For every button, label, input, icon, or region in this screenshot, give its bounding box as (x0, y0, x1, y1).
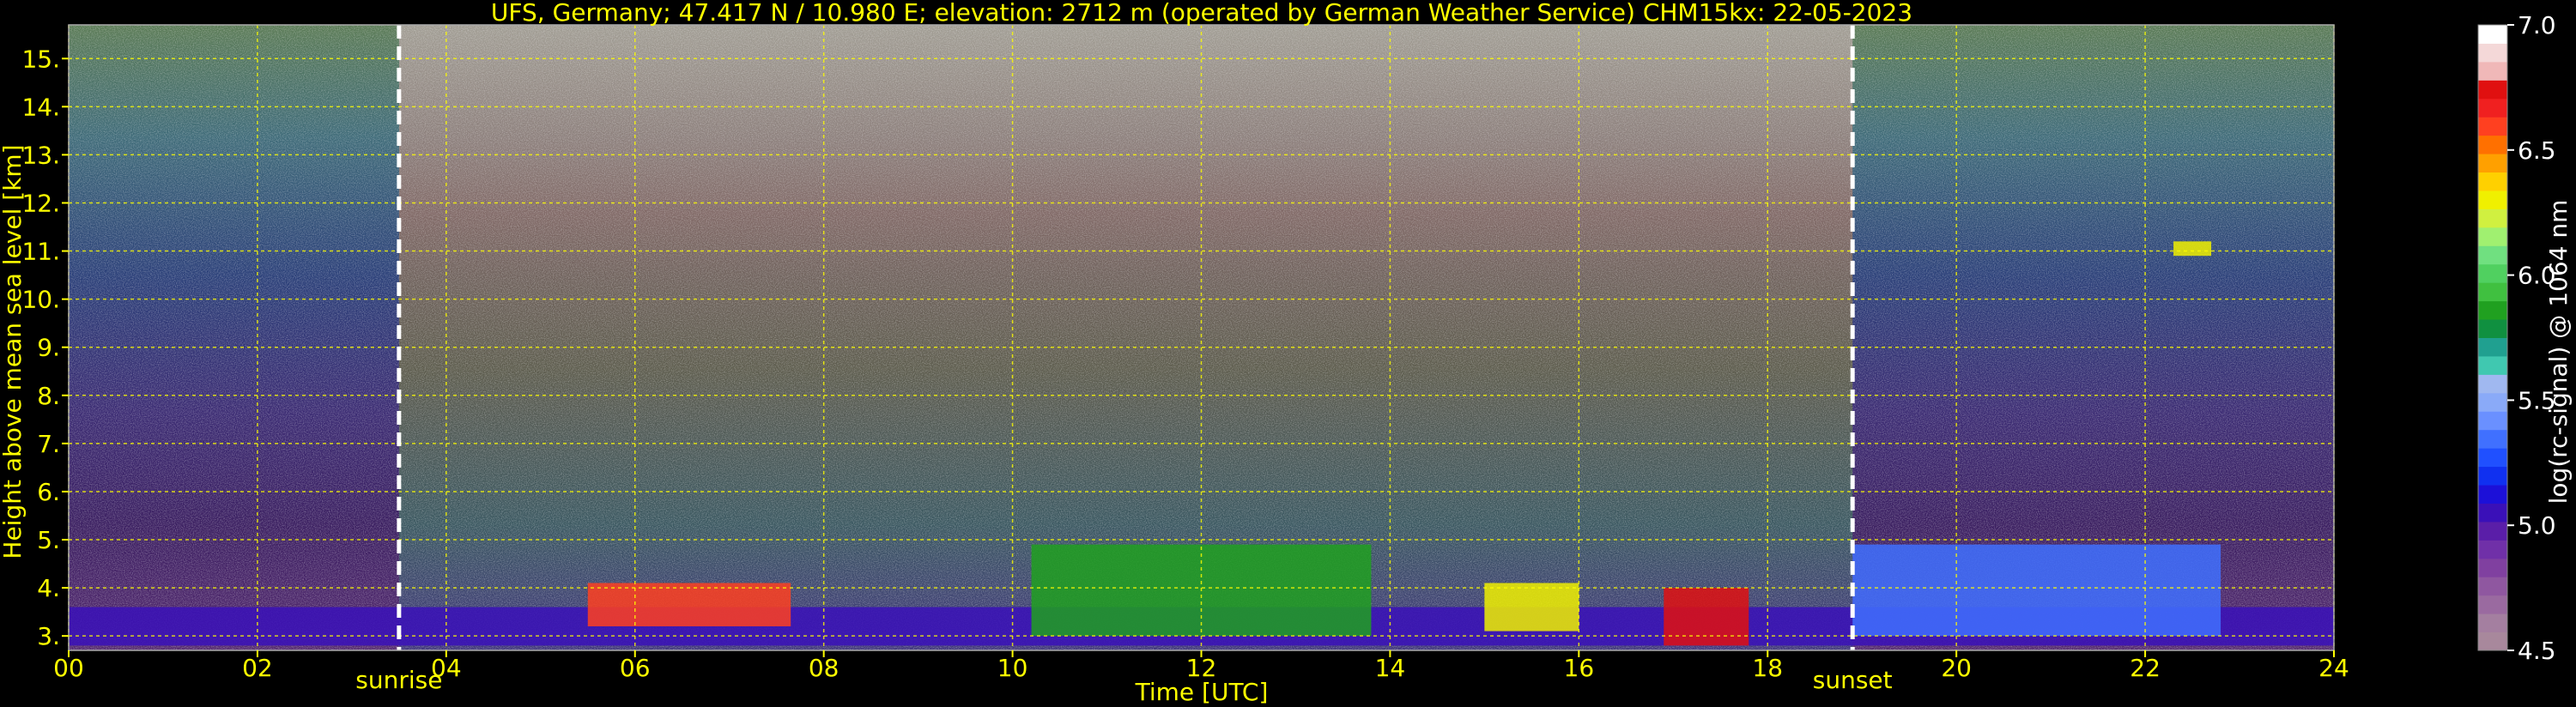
x-tick-label: 16 (1564, 654, 1595, 682)
y-tick-label: 7. (37, 430, 60, 458)
colorbar-segment (2478, 485, 2507, 504)
colorbar-label: log(rc-signal) @ 1064 nm (2544, 200, 2573, 505)
event-label-sunset: sunset (1813, 666, 1893, 694)
x-tick-label: 14 (1375, 654, 1406, 682)
colorbar-segment (2478, 135, 2507, 154)
chart-title: UFS, Germany; 47.417 N / 10.980 E; eleva… (491, 0, 1912, 27)
colorbar-segment (2478, 577, 2507, 596)
y-tick-label: 5. (37, 526, 60, 554)
colorbar-tick-label: 7.0 (2518, 11, 2556, 39)
x-tick-label: 18 (1752, 654, 1783, 682)
heatmap-feature-1 (587, 583, 791, 626)
y-axis-label: Height above mean sea level [km] (0, 144, 27, 559)
y-tick-label: 9. (37, 334, 60, 362)
x-tick-label: 24 (2318, 654, 2349, 682)
ceilometer-chart: sunrise sunset 00 02 04 06 08 10 12 14 16 18 20 22 24… (0, 0, 2573, 706)
y-tick-label: 12. (21, 189, 60, 217)
y-tick-label: 13. (21, 141, 60, 169)
colorbar-segment (2478, 245, 2507, 265)
colorbar-segment (2478, 25, 2507, 44)
colorbar-segment (2478, 117, 2507, 136)
colorbar-segment (2478, 355, 2507, 375)
colorbar-segment (2478, 374, 2507, 394)
colorbar-segment (2478, 411, 2507, 431)
y-tick-label: 15. (21, 45, 60, 73)
x-tick-label: 08 (809, 654, 839, 682)
colorbar-segment (2478, 448, 2507, 468)
event-label-sunrise: sunrise (355, 666, 442, 694)
colorbar-segment (2478, 80, 2507, 100)
y-tick-label: 14. (21, 93, 60, 121)
y-tick-label: 8. (37, 382, 60, 410)
colorbar-tick-label: 5.0 (2518, 511, 2556, 540)
heatmap-feature-4 (1664, 588, 1749, 646)
heatmap-feature-6 (2173, 241, 2212, 257)
y-tick-label: 4. (37, 574, 60, 602)
y-tick-label: 6. (37, 478, 60, 506)
x-tick-label: 10 (997, 654, 1028, 682)
colorbar-segment (2478, 98, 2507, 118)
heatmap-feature-3 (1484, 583, 1579, 631)
x-tick-label: 02 (242, 654, 273, 682)
colorbar-tick-label: 4.5 (2518, 637, 2556, 665)
heatmap-feature-5 (1852, 544, 2221, 637)
colorbar-segment (2478, 540, 2507, 559)
x-tick-label: 06 (620, 654, 651, 682)
colorbar-segment (2478, 466, 2507, 486)
colorbar-segment (2478, 337, 2507, 357)
x-tick-label: 22 (2130, 654, 2161, 682)
y-tick-label: 10. (21, 286, 60, 314)
colorbar-segment (2478, 392, 2507, 412)
colorbar-segment (2478, 631, 2507, 651)
colorbar-segment (2478, 558, 2507, 577)
colorbar-segment (2478, 503, 2507, 523)
colorbar-segment (2478, 613, 2507, 633)
colorbar-segment (2478, 300, 2507, 320)
colorbar-segment (2478, 190, 2507, 209)
colorbar-segment (2478, 61, 2507, 81)
y-tick-label: 11. (21, 238, 60, 266)
colorbar-segment (2478, 43, 2507, 63)
colorbar-segment (2478, 521, 2507, 541)
colorbar-segment (2478, 263, 2507, 283)
x-tick-label: 04 (431, 654, 462, 682)
x-tick-label: 20 (1941, 654, 1972, 682)
x-tick-label: 00 (53, 654, 84, 682)
y-tick-label: 3. (37, 622, 60, 650)
colorbar-segment (2478, 282, 2507, 302)
colorbar-segment (2478, 208, 2507, 228)
colorbar-segment (2478, 172, 2507, 191)
colorbar-segment (2478, 227, 2507, 246)
colorbar-segment (2478, 595, 2507, 614)
x-axis-label: Time [UTC] (1135, 678, 1269, 706)
colorbar-segment (2478, 154, 2507, 173)
colorbar-segment (2478, 429, 2507, 449)
colorbar-tick-label: 6.5 (2518, 136, 2556, 165)
colorbar-segment (2478, 319, 2507, 338)
